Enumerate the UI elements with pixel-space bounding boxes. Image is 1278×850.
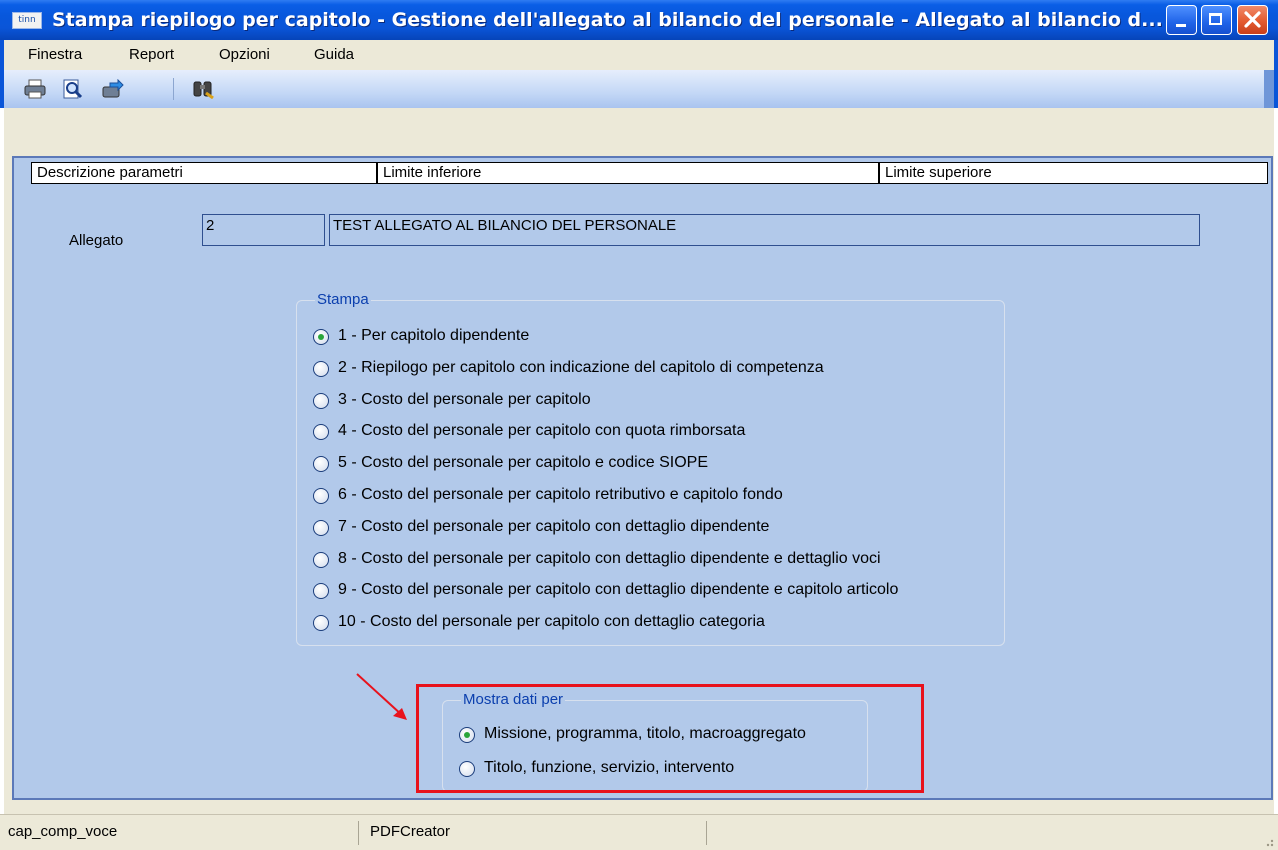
stampa-option-label: 10 - Costo del personale per capitolo co…	[338, 613, 765, 631]
status-pane-report: cap_comp_voce	[8, 823, 118, 840]
radio-button-icon[interactable]	[313, 615, 329, 632]
radio-button-icon[interactable]	[313, 519, 329, 536]
maximize-icon	[1209, 13, 1222, 25]
menu-guida[interactable]: Guida	[314, 46, 354, 63]
menu-opzioni[interactable]: Opzioni	[219, 46, 270, 63]
stampa-option-label: 8 - Costo del personale per capitolo con…	[338, 549, 881, 567]
maximize-button[interactable]	[1201, 5, 1232, 35]
radio-button-icon[interactable]	[313, 551, 329, 568]
allegato-description-field[interactable]: TEST ALLEGATO AL BILANCIO DEL PERSONALE	[329, 214, 1200, 246]
radio-button-icon[interactable]	[313, 329, 329, 345]
close-button[interactable]	[1237, 5, 1268, 35]
header-limite-inferiore: Limite inferiore	[377, 162, 879, 184]
header-limite-superiore: Limite superiore	[879, 162, 1268, 184]
annotation-highlight-box	[416, 684, 924, 793]
menu-finestra[interactable]: Finestra	[28, 46, 82, 63]
header-descrizione-parametri: Descrizione parametri	[31, 162, 377, 184]
print-preview-icon[interactable]	[62, 79, 84, 99]
stampa-option-label: 1 - Per capitolo dipendente	[338, 327, 530, 344]
stampa-option-label: 3 - Costo del personale per capitolo	[338, 390, 591, 408]
stampa-group: Stampa 1 - Per capitolo dipendente 2 - Ri…	[296, 291, 1005, 646]
radio-button-icon[interactable]	[313, 456, 329, 473]
export-icon[interactable]	[102, 79, 124, 99]
stampa-option-label: 6 - Costo del personale per capitolo ret…	[338, 486, 783, 503]
stampa-option-1[interactable]: 1 - Per capitolo dipendente	[313, 327, 1033, 353]
stampa-option-7[interactable]: 7 - Costo del personale per capitolo con…	[313, 518, 1033, 544]
app-icon[interactable]: tinn	[12, 12, 42, 29]
annotation-arrow-icon	[356, 673, 407, 720]
find-icon[interactable]	[192, 79, 214, 99]
stampa-option-6[interactable]: 6 - Costo del personale per capitolo ret…	[313, 486, 1033, 512]
radio-button-icon[interactable]	[313, 360, 329, 377]
allegato-code-field[interactable]: 2	[202, 214, 325, 246]
minimize-button[interactable]	[1166, 5, 1197, 35]
resize-grip-icon[interactable]	[1262, 835, 1274, 847]
radio-button-icon[interactable]	[313, 488, 329, 504]
stampa-option-2[interactable]: 2 - Riepilogo per capitolo con indicazio…	[313, 359, 1033, 385]
stampa-option-10[interactable]: 10 - Costo del personale per capitolo co…	[313, 613, 1033, 639]
application-window: tinn Stampa riepilogo per capitolo - Ges…	[0, 0, 1278, 850]
minimize-icon	[1176, 24, 1186, 27]
stampa-option-label: 5 - Costo del personale per capitolo e c…	[338, 454, 708, 472]
title-bar[interactable]: tinn Stampa riepilogo per capitolo - Ges…	[0, 0, 1278, 40]
radio-button-icon[interactable]	[313, 424, 329, 441]
radio-button-icon[interactable]	[313, 583, 329, 600]
toolbar	[4, 70, 1274, 109]
allegato-label: Allegato	[69, 232, 124, 249]
stampa-option-8[interactable]: 8 - Costo del personale per capitolo con…	[313, 550, 1033, 576]
print-icon[interactable]	[24, 79, 46, 99]
status-bar: cap_comp_voce PDFCreator	[0, 814, 1278, 850]
status-divider	[706, 821, 707, 845]
stampa-option-label: 2 - Riepilogo per capitolo con indicazio…	[338, 358, 824, 376]
stampa-option-3[interactable]: 3 - Costo del personale per capitolo	[313, 391, 1033, 417]
status-divider	[358, 821, 359, 845]
close-icon	[1244, 11, 1261, 28]
stampa-option-9[interactable]: 9 - Costo del personale per capitolo con…	[313, 581, 1033, 607]
stampa-option-label: 9 - Costo del personale per capitolo con…	[338, 581, 899, 599]
stampa-option-label: 4 - Costo del personale per capitolo con…	[338, 422, 746, 440]
stampa-option-label: 7 - Costo del personale per capitolo con…	[338, 517, 770, 535]
stampa-legend: Stampa	[315, 291, 371, 308]
menu-bar: Finestra Report Opzioni Guida	[4, 40, 1274, 70]
stampa-option-4[interactable]: 4 - Costo del personale per capitolo con…	[313, 422, 1033, 448]
menu-report[interactable]: Report	[129, 46, 174, 63]
menu-and-toolbar-area: Finestra Report Opzioni Guida	[0, 40, 1278, 109]
radio-button-icon[interactable]	[313, 392, 329, 409]
stampa-option-5[interactable]: 5 - Costo del personale per capitolo e c…	[313, 454, 1033, 480]
window-title: Stampa riepilogo per capitolo - Gestione…	[52, 9, 1162, 31]
toolbar-overflow-chevron[interactable]	[1264, 70, 1274, 108]
status-pane-printer: PDFCreator	[370, 823, 451, 840]
toolbar-separator	[173, 78, 174, 100]
